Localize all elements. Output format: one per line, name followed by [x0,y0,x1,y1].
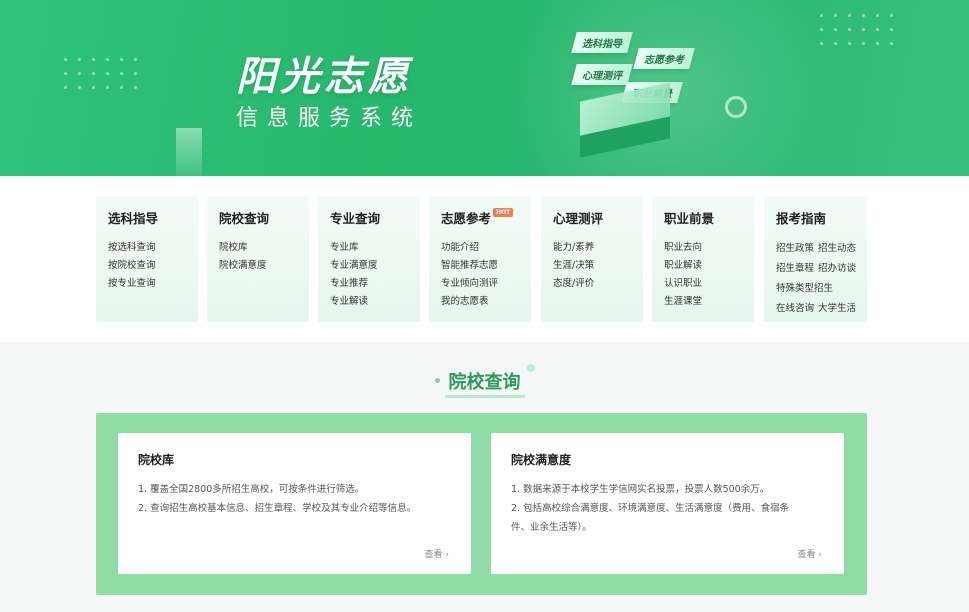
menu-card-major-search: 专业查询 专业库 专业满意度 专业推荐 专业解读 [318,196,420,322]
dots-decoration-left [64,58,142,94]
menu-link[interactable]: 招办访谈 [818,263,856,274]
menu-link[interactable]: 生涯课堂 [664,293,754,311]
view-more-link[interactable]: 查看 › [798,547,822,560]
view-more-link[interactable]: 查看 › [425,547,449,560]
menu-link[interactable]: 专业解读 [330,293,420,311]
menu-link-row: 特殊类型招生 [776,279,867,299]
menu-link-row: 招生政策 招生动态 [776,239,867,259]
content-panel: 院校库 1. 覆盖全国2800多所招生高校，可按条件进行筛选。 2. 查询招生高… [96,413,867,595]
menu-link[interactable]: 专业满意度 [330,257,420,275]
menu-card-title[interactable]: 选科指导 [108,208,198,227]
menu-link[interactable]: 智能推荐志愿 [441,257,531,275]
menu-card-title[interactable]: 心理测评 [553,208,643,227]
ring-decoration [725,96,747,118]
menu-link[interactable]: 按选科查询 [108,239,198,257]
banner-title: 阳光志愿 [236,54,412,100]
menu-card-volunteer-ref: 志愿参考 HOT 功能介绍 智能推荐志愿 专业倾向测评 我的志愿表 [429,196,531,322]
menu-link[interactable]: 招生政策 [776,243,814,254]
cube-illustration [570,82,680,158]
menu-card-title[interactable]: 院校查询 [219,208,309,227]
menu-link[interactable]: 认识职业 [664,275,754,293]
menu-card-subject-guide: 选科指导 按选科查询 按院校查询 按专业查询 [96,196,198,322]
menu-link[interactable]: 院校满意度 [219,257,309,275]
menu-link[interactable]: 在线咨询 [776,303,814,314]
menu-link[interactable]: 按院校查询 [108,257,198,275]
card-line: 件、业余生活等）。 [511,522,592,533]
menu-link[interactable]: 我的志愿表 [441,293,531,311]
menu-card-title[interactable]: 志愿参考 HOT [441,208,531,227]
menu-link[interactable]: 招生章程 [776,263,814,274]
menu-card-exam-guide: 报考指南 招生政策 招生动态 招生章程 招办访谈 特殊类型招生 在线咨询 大学生活 [764,196,867,322]
menu-link[interactable]: 功能介绍 [441,239,531,257]
menu-link[interactable]: 能力/素养 [553,239,643,257]
pillar-decoration [176,128,202,176]
menu-link[interactable]: 专业倾向测评 [441,275,531,293]
banner-subtitle: 信息服务系统 [236,106,423,131]
section-title-text: 院校查询 [448,372,521,393]
menu-card-title[interactable]: 专业查询 [330,208,420,227]
menu-card-title[interactable]: 职业前景 [664,208,754,227]
menu-card-school-search: 院校查询 院校库 院校满意度 [207,196,309,322]
dot-decoration [526,364,535,372]
menu-link[interactable]: 职业解读 [664,257,754,275]
card-line: 1. 数据来源于本校学生学信网实名投票，投票人数500余万。 [511,484,770,495]
menu-link[interactable]: 按专业查询 [108,275,198,293]
dot-decoration [434,378,440,383]
menu-link[interactable]: 院校库 [219,239,309,257]
hot-badge: HOT [493,208,514,217]
hero-banner: 阳光志愿 信息服务系统 选科指导 志愿参考 心理测评 职业前景 [0,0,969,176]
section-heading: 院校查询 [0,364,969,398]
menu-link[interactable]: 职业去向 [664,239,754,257]
dots-decoration-right [820,14,898,50]
menu-card-career: 职业前景 职业去向 职业解读 认识职业 生涯课堂 [652,196,754,322]
card-title: 院校满意度 [511,453,572,470]
menu-card-title[interactable]: 报考指南 [776,208,867,227]
section-title: 院校查询 [434,364,535,398]
menu-link[interactable]: 特殊类型招生 [776,283,833,294]
card-line: 1. 覆盖全国2800多所招生高校，可按条件进行筛选。 [138,484,365,495]
menu-link[interactable]: 态度/评价 [553,275,643,293]
nav-menu-area: 选科指导 按选科查询 按院校查询 按专业查询 院校查询 院校库 院校满意度 专业… [0,176,969,342]
card-line: 2. 包括高校综合满意度、环境满意度、生活满意度（费用、食宿条 [511,503,790,514]
info-card-school-library[interactable]: 院校库 1. 覆盖全国2800多所招生高校，可按条件进行筛选。 2. 查询招生高… [118,433,471,574]
menu-link[interactable]: 招生动态 [818,243,856,254]
menu-link[interactable]: 大学生活 [818,303,856,314]
info-card-school-satisfaction[interactable]: 院校满意度 1. 数据来源于本校学生学信网实名投票，投票人数500余万。 2. … [491,433,844,574]
menu-card-psych-test: 心理测评 能力/素养 生涯/决策 态度/评价 [541,196,643,322]
menu-card-title-text: 志愿参考 [441,211,492,226]
card-line: 2. 查询招生高校基本信息、招生章程、学校及其专业介绍等信息。 [138,503,417,514]
menu-link[interactable]: 专业推荐 [330,275,420,293]
card-title: 院校库 [138,453,175,470]
banner-tag: 选科指导 [571,32,633,53]
menu-link[interactable]: 生涯/决策 [553,257,643,275]
banner-tag: 心理测评 [571,64,633,85]
menu-link-row: 招生章程 招办访谈 [776,259,867,279]
menu-link-row: 在线咨询 大学生活 [776,299,867,319]
banner-tag: 志愿参考 [633,48,695,69]
menu-link[interactable]: 专业库 [330,239,420,257]
